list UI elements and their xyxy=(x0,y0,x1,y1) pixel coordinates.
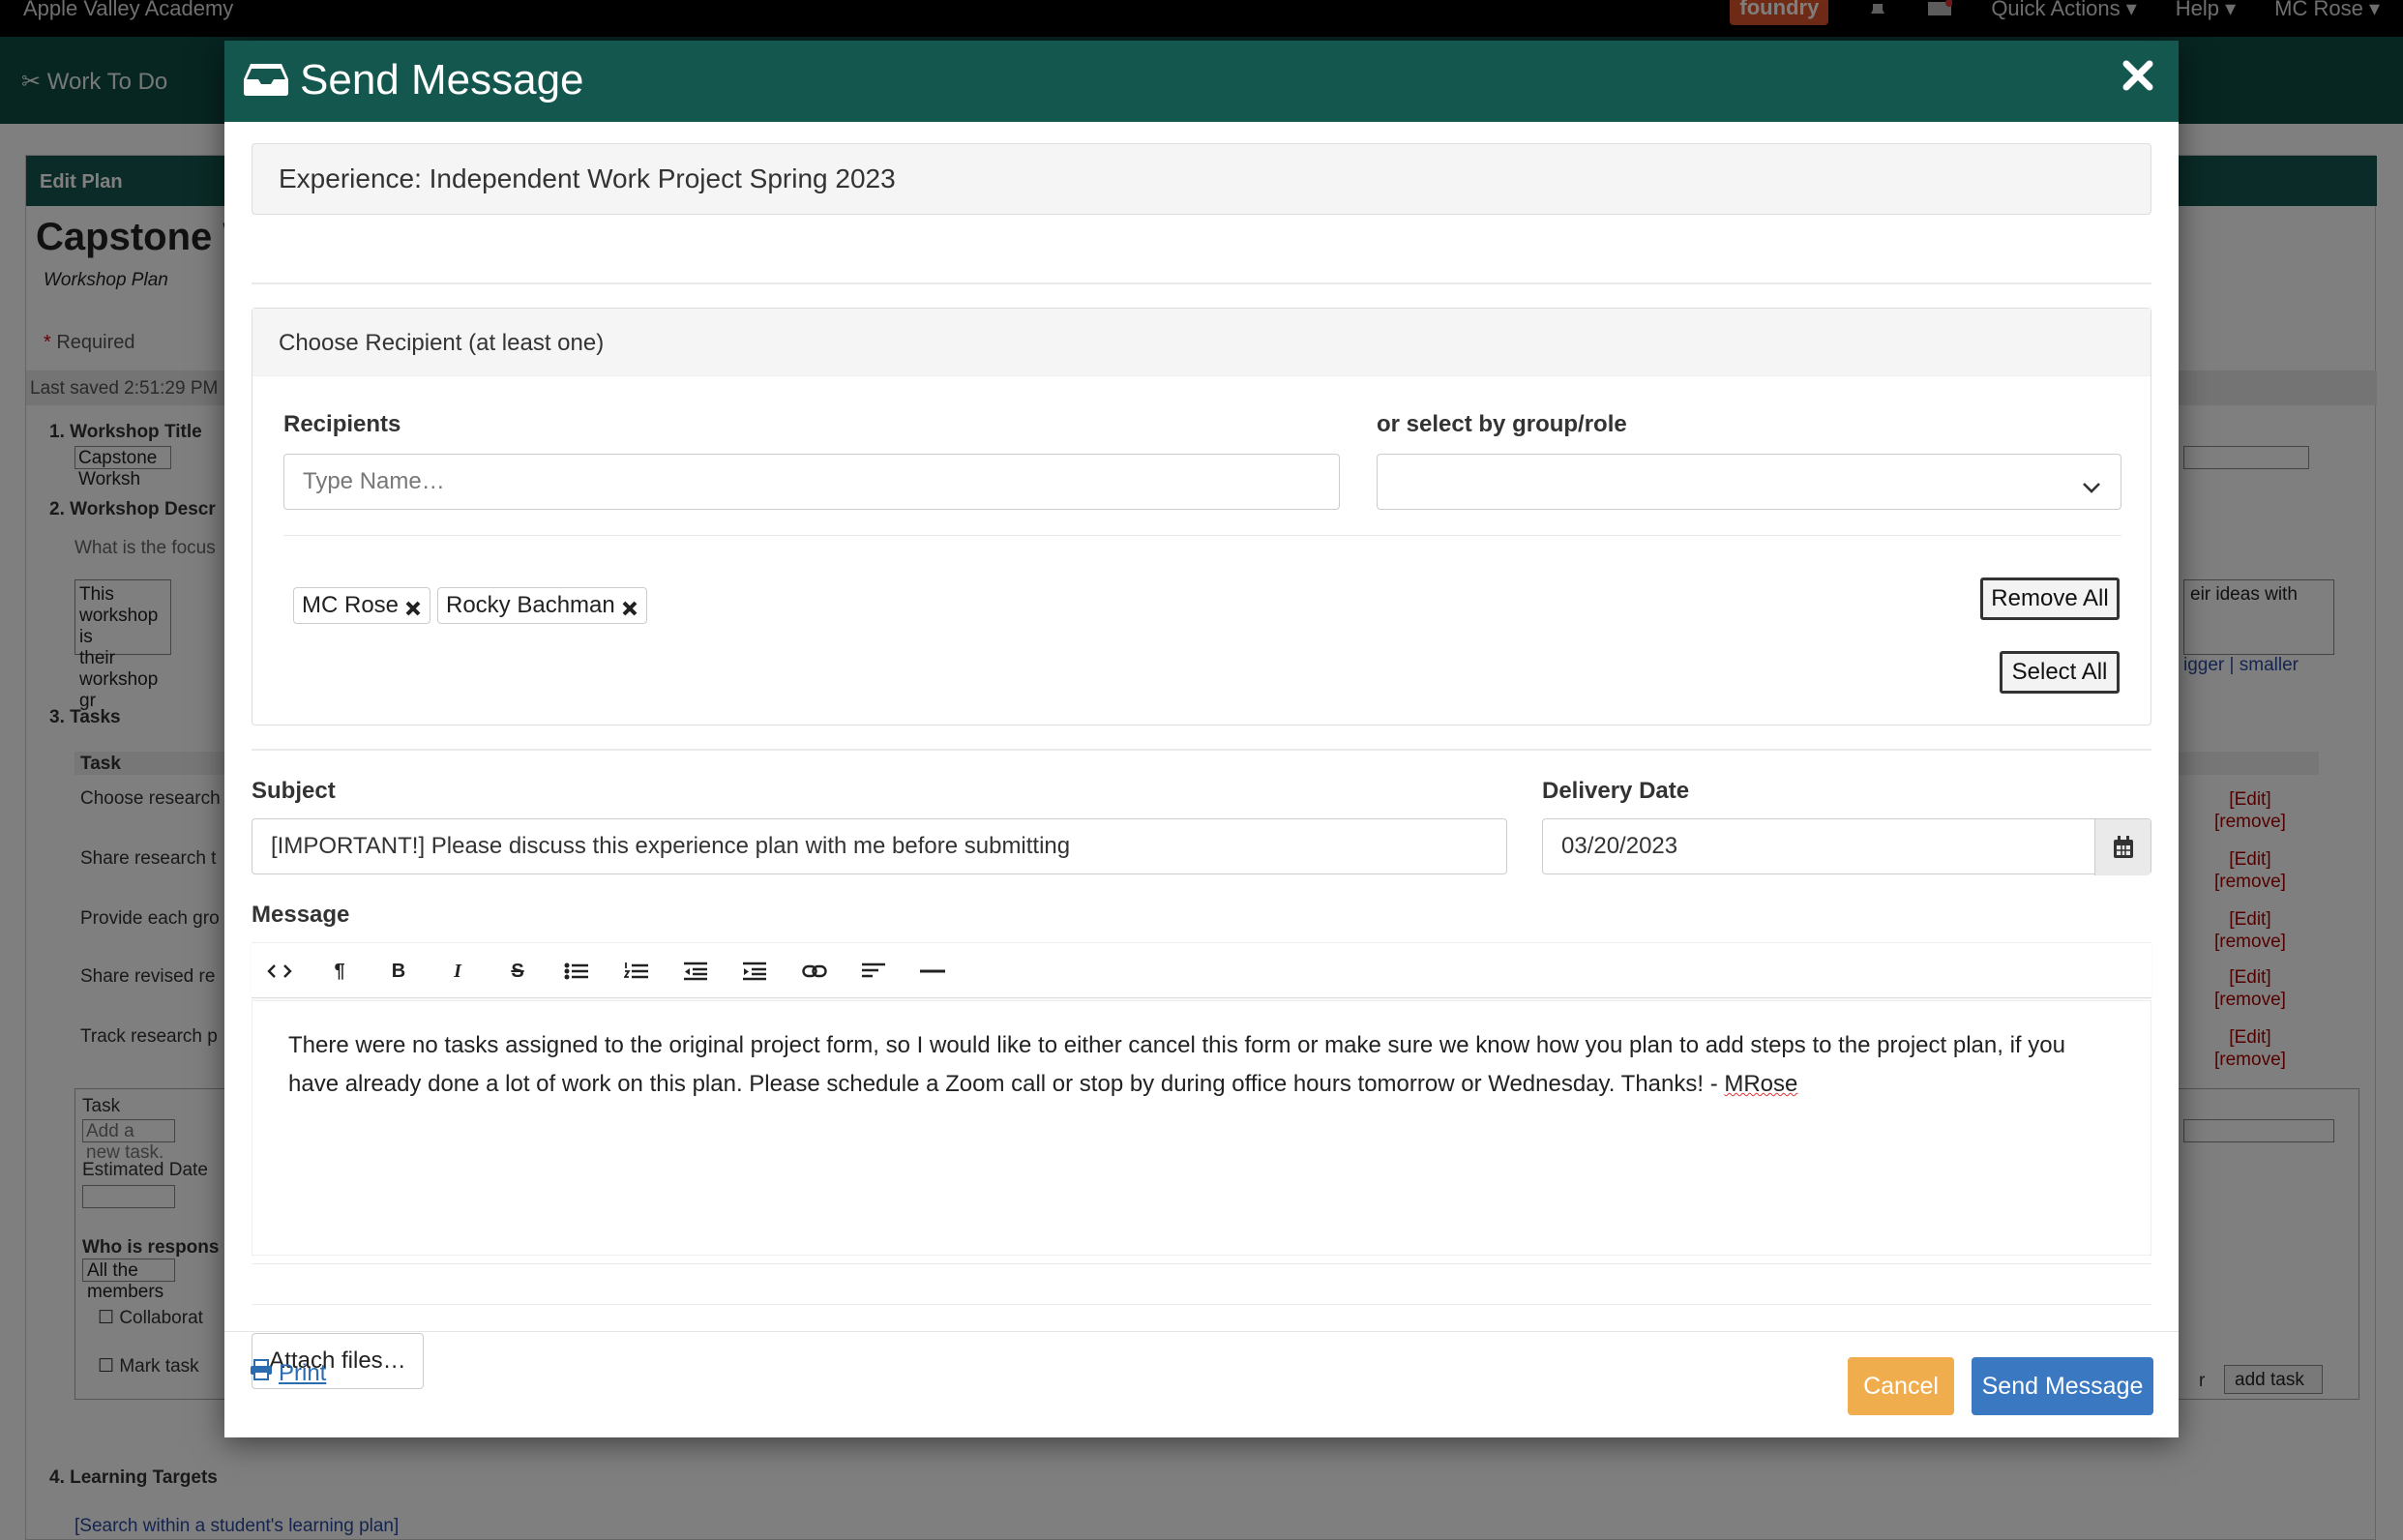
recipient-chip: Rocky Bachman xyxy=(437,587,647,624)
close-icon[interactable] xyxy=(2117,54,2159,97)
delivery-date-input[interactable]: 03/20/2023 xyxy=(1542,818,2151,875)
divider xyxy=(283,535,2121,536)
recipients-label: Recipients xyxy=(283,411,401,437)
editor-toolbar: ¶ B I S xyxy=(252,942,2151,998)
chevron-down-icon xyxy=(2082,474,2101,493)
divider xyxy=(252,749,2151,751)
paragraph-icon[interactable]: ¶ xyxy=(325,957,354,986)
bold-icon[interactable]: B xyxy=(384,957,413,986)
bullet-list-icon[interactable] xyxy=(562,957,591,986)
remove-chip-icon[interactable] xyxy=(621,597,638,616)
print-link[interactable]: Print xyxy=(250,1359,326,1387)
outdent-icon[interactable] xyxy=(681,957,710,986)
divider xyxy=(252,1263,2151,1264)
modal-header: Send Message xyxy=(224,41,2179,122)
printer-icon xyxy=(250,1359,273,1387)
strikethrough-icon[interactable]: S xyxy=(503,957,532,986)
send-message-button[interactable]: Send Message xyxy=(1972,1357,2153,1415)
recipient-card-title: Choose Recipient (at least one) xyxy=(252,309,2151,376)
delivery-date-label: Delivery Date xyxy=(1542,778,1690,804)
cancel-button[interactable]: Cancel xyxy=(1848,1357,1954,1415)
align-left-icon[interactable] xyxy=(859,957,888,986)
subject-label: Subject xyxy=(252,778,336,804)
italic-icon[interactable]: I xyxy=(443,957,472,986)
recipients-input[interactable]: Type Name… xyxy=(283,454,1340,510)
experience-banner: Experience: Independent Work Project Spr… xyxy=(252,143,2151,215)
code-view-icon[interactable] xyxy=(265,957,294,986)
calendar-icon[interactable] xyxy=(2094,819,2151,875)
remove-all-button[interactable]: Remove All xyxy=(1980,578,2120,620)
send-message-modal: Send Message Experience: Independent Wor… xyxy=(224,41,2179,1437)
divider xyxy=(252,282,2151,284)
select-all-button[interactable]: Select All xyxy=(2000,651,2120,694)
group-role-label: or select by group/role xyxy=(1377,411,1627,437)
indent-icon[interactable] xyxy=(740,957,769,986)
subject-input[interactable]: [IMPORTANT!] Please discuss this experie… xyxy=(252,818,1507,874)
horizontal-rule-icon[interactable] xyxy=(918,957,947,986)
inbox-icon xyxy=(242,62,290,97)
recipient-card: Choose Recipient (at least one) Recipien… xyxy=(252,308,2151,726)
link-icon[interactable] xyxy=(800,957,829,986)
remove-chip-icon[interactable] xyxy=(404,597,422,616)
message-label: Message xyxy=(252,902,350,928)
modal-footer: Print Cancel Send Message xyxy=(224,1331,2179,1437)
recipient-chip: MC Rose xyxy=(293,587,431,624)
divider xyxy=(252,1304,2151,1305)
group-role-select[interactable] xyxy=(1377,454,2121,510)
modal-title: Send Message xyxy=(300,56,584,104)
message-editor[interactable]: There were no tasks assigned to the orig… xyxy=(252,1000,2151,1256)
numbered-list-icon[interactable] xyxy=(622,957,651,986)
